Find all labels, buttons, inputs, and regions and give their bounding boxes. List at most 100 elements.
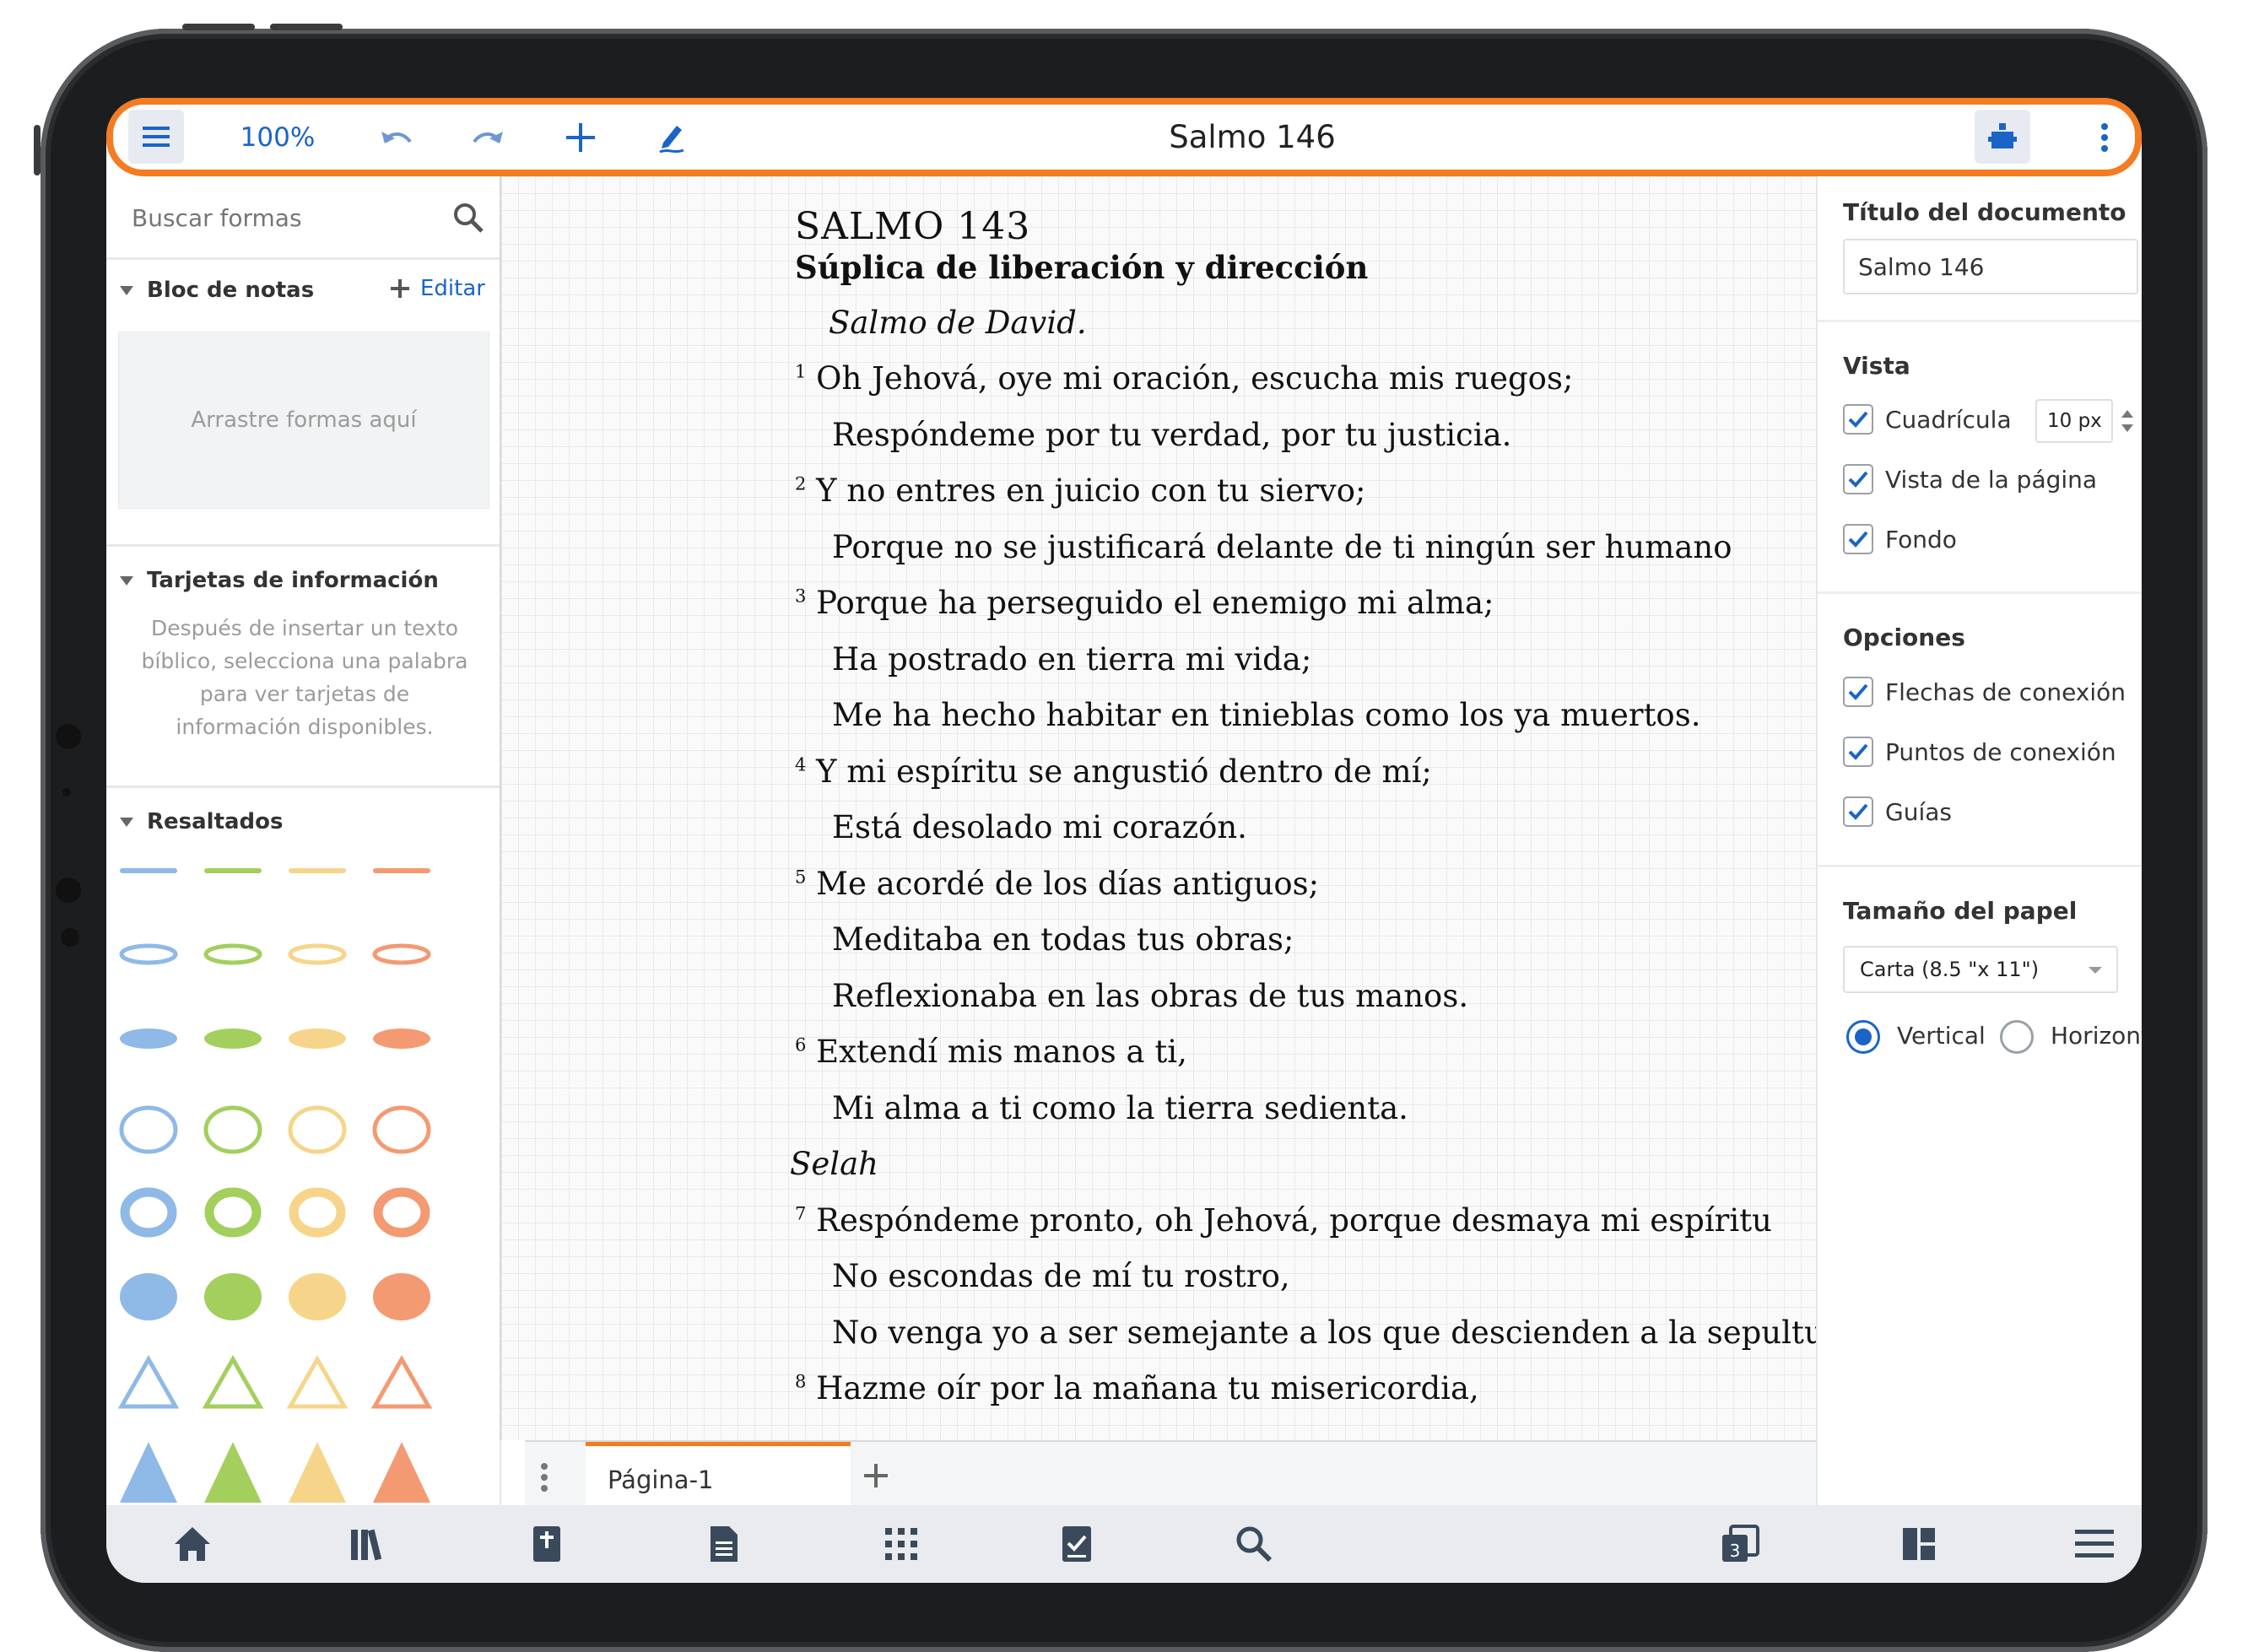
grid-label: Cuadrícula [1885, 406, 2012, 434]
shape-properties-button[interactable] [1975, 110, 2030, 164]
highlight-ellipse-fill-style[interactable] [120, 1028, 177, 1049]
highlight-circle-fill-style[interactable] [120, 1273, 177, 1320]
highlight-ellipse-outline-style[interactable] [288, 943, 347, 965]
page-tab[interactable]: Página-1 [586, 1442, 851, 1513]
highlight-ellipse-fill-style[interactable] [204, 1028, 262, 1049]
highlight-ellipse-outline-style[interactable] [372, 943, 431, 965]
sensor [56, 724, 81, 749]
highlight-circle-outline-style[interactable] [288, 1105, 347, 1154]
verse-line: 3 Porque ha perseguido el enemigo mi alm… [795, 585, 1494, 621]
page-options-icon[interactable] [540, 1462, 548, 1493]
tasks-icon[interactable] [1055, 1522, 1099, 1566]
zoom-level[interactable]: 100% [231, 105, 324, 170]
paper-size-value: Carta (8.5 "x 11") [1860, 958, 2040, 981]
highlight-triangle-outline-style[interactable] [202, 1354, 264, 1409]
highlights-header[interactable]: Resaltados [120, 809, 284, 834]
search-input[interactable] [130, 200, 437, 235]
doc-title-field[interactable]: Salmo 146 [1843, 239, 2138, 294]
grid-size-value: 10 px [2047, 410, 2102, 432]
highlight-triangle-outline-style[interactable] [286, 1354, 349, 1409]
highlight-triangle-outline-style[interactable] [118, 1354, 180, 1409]
top-toolbar: 100% Salmo 146 [106, 98, 2142, 176]
connection-points-checkbox[interactable] [1843, 737, 1873, 767]
verse-text: Mi alma a ti como la tierra sedienta. [832, 1089, 1408, 1126]
connection-arrows-checkbox[interactable] [1843, 677, 1873, 707]
highlight-ellipse-fill-style[interactable] [289, 1028, 346, 1049]
highlight-triangle-outline-style[interactable] [370, 1354, 433, 1409]
highlight-triangle-fill-style[interactable] [289, 1442, 346, 1503]
edit-button[interactable]: Editar [390, 276, 485, 301]
highlight-circle-thick-style[interactable] [373, 1187, 430, 1238]
pen-tool-button[interactable] [646, 105, 697, 170]
highlight-circle-thick-style[interactable] [120, 1187, 177, 1238]
highlight-circle-outline-style[interactable] [372, 1105, 431, 1154]
page-view-checkbox[interactable] [1843, 464, 1873, 494]
highlight-circle-thick-style[interactable] [204, 1187, 262, 1238]
highlight-ellipse-outline-style[interactable] [203, 943, 262, 965]
highlight-circle-fill-style[interactable] [204, 1273, 262, 1320]
highlight-circle-thick-style[interactable] [289, 1187, 346, 1238]
layout-icon[interactable] [1897, 1522, 1941, 1566]
background-checkbox[interactable] [1843, 524, 1873, 554]
highlight-circle-outline-style[interactable] [203, 1105, 262, 1154]
undo-button[interactable] [371, 105, 422, 170]
highlight-line-style[interactable] [289, 868, 346, 873]
shape-drop-zone[interactable]: Arrastre formas aquí [118, 332, 489, 509]
apps-icon[interactable] [879, 1522, 923, 1566]
vertical-radio[interactable] [1846, 1020, 1880, 1054]
guides-checkbox[interactable] [1843, 796, 1873, 827]
redo-button[interactable] [462, 105, 513, 170]
verse-line: Selah [790, 1146, 878, 1182]
verse-text: Oh Jehová, oye mi oración, escucha mis r… [816, 360, 1574, 397]
document-title: Salmo 146 [1169, 119, 1336, 155]
more-options-button[interactable] [2088, 105, 2121, 170]
verse-line: Respóndeme por tu verdad, por tu justici… [832, 417, 1511, 453]
info-cards-header[interactable]: Tarjetas de información [120, 568, 439, 593]
stepper-arrows-icon[interactable] [2118, 406, 2137, 436]
divider [1818, 865, 2142, 867]
library-icon[interactable] [348, 1522, 392, 1566]
hardware-button [34, 125, 41, 175]
document-icon[interactable] [702, 1522, 746, 1566]
highlight-line-style[interactable] [120, 868, 177, 873]
highlight-circle-fill-style[interactable] [373, 1273, 430, 1320]
highlight-triangle-fill-style[interactable] [204, 1442, 262, 1503]
add-page-icon[interactable] [862, 1462, 889, 1489]
hamburger-menu-button[interactable] [128, 110, 184, 164]
plus-icon [391, 279, 409, 298]
verse-text: No escondas de mí tu rostro, [832, 1258, 1290, 1294]
search-icon[interactable] [452, 202, 484, 234]
add-button[interactable] [555, 105, 606, 170]
grid-checkbox[interactable] [1843, 404, 1873, 435]
highlight-triangle-fill-style[interactable] [373, 1442, 430, 1503]
verse-text: Me acordé de los días antiguos; [816, 865, 1320, 902]
highlight-ellipse-outline-style[interactable] [119, 943, 178, 965]
highlight-circle-outline-style[interactable] [119, 1105, 178, 1154]
verse-number: 1 [795, 361, 807, 382]
verse-number: 7 [795, 1203, 807, 1224]
highlight-styles-grid[interactable] [118, 861, 489, 1503]
highlight-triangle-fill-style[interactable] [120, 1442, 177, 1503]
highlight-circle-fill-style[interactable] [289, 1273, 346, 1320]
verse-line: No escondas de mí tu rostro, [832, 1258, 1290, 1294]
checkmark-icon [1848, 411, 1868, 428]
panels-icon[interactable]: 3 [1718, 1522, 1762, 1566]
highlight-line-style[interactable] [204, 868, 262, 873]
pen-icon [659, 125, 684, 153]
notepad-title: Bloc de notas [147, 278, 315, 303]
highlight-line-style[interactable] [373, 868, 430, 873]
paper-size-select[interactable]: Carta (8.5 "x 11") [1843, 946, 2118, 993]
bible-icon[interactable] [525, 1522, 569, 1566]
search-icon[interactable] [1232, 1522, 1276, 1566]
divider [1818, 320, 2142, 322]
grid-size-stepper[interactable]: 10 px [2035, 399, 2113, 443]
menu-icon[interactable] [2072, 1522, 2116, 1566]
notepad-header[interactable]: Bloc de notas [120, 278, 314, 303]
vertical-label: Vertical [1897, 1022, 1986, 1050]
sensor [61, 928, 79, 947]
hardware-button [270, 24, 343, 30]
document-canvas[interactable]: SALMO 143 Súplica de liberación y direcc… [500, 176, 1818, 1440]
horizontal-radio[interactable] [2000, 1020, 2034, 1054]
home-icon[interactable] [170, 1522, 214, 1566]
highlight-ellipse-fill-style[interactable] [373, 1028, 430, 1049]
